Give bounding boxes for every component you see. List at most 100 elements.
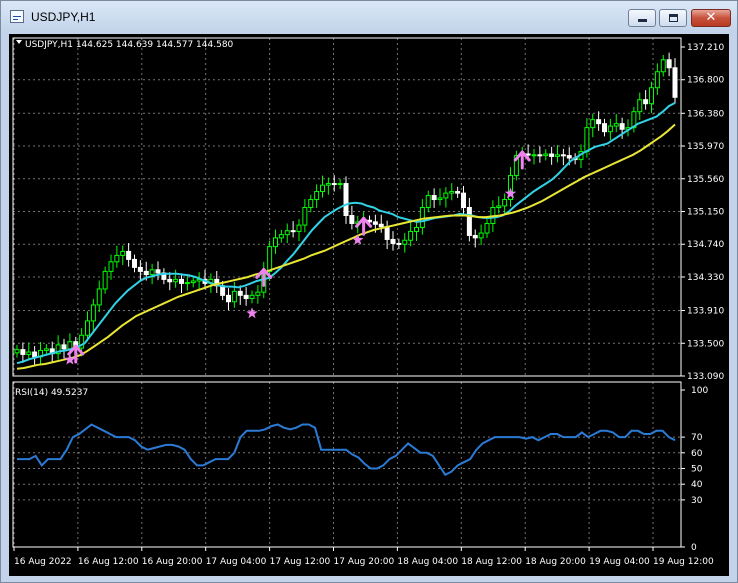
candle-body — [484, 222, 490, 234]
close-icon: ✕ — [705, 10, 717, 25]
candle-body — [478, 232, 484, 239]
time-tick-label: 19 Aug 04:00 — [589, 557, 650, 567]
time-tick-label: 18 Aug 04:00 — [397, 557, 458, 567]
time-tick-label: 17 Aug 04:00 — [206, 557, 267, 567]
candle-body — [672, 67, 678, 98]
axes: 137.210 136.800 136.380 135.970 135.560 135.1… — [12, 37, 724, 567]
price-tick-label: 133.500 — [687, 339, 724, 349]
candle-body — [643, 99, 649, 105]
candle-body — [343, 183, 349, 216]
candle-body — [549, 153, 555, 157]
candle-body — [408, 230, 414, 241]
price-tick-label: 133.910 — [687, 307, 724, 317]
rsi-tick-label: 40 — [691, 480, 703, 490]
candle-body — [602, 123, 607, 133]
candle-body — [120, 250, 126, 256]
rsi-tick-label: 60 — [691, 449, 703, 459]
chart-window: USDJPY,H1 ✕ 137.210 136.800 136.380 135.970… — [0, 0, 738, 583]
header-dropdown-icon[interactable] — [16, 40, 22, 44]
chart-area[interactable]: 137.210 136.800 136.380 135.970 135.560 135.1… — [9, 34, 729, 576]
candle-body — [290, 230, 296, 233]
candle-body — [419, 207, 425, 228]
time-tick-label: 19 Aug 12:00 — [653, 557, 714, 567]
window-title: USDJPY,H1 — [31, 10, 96, 24]
candle-body — [190, 280, 196, 284]
candle-body — [314, 191, 320, 201]
rsi-tick-label: 100 — [691, 386, 708, 396]
candle-body — [437, 197, 443, 201]
candle-body — [273, 237, 278, 248]
candle-body — [320, 184, 325, 193]
candle-body — [455, 191, 461, 194]
minimize-button[interactable] — [628, 9, 656, 27]
candle-body — [378, 223, 384, 228]
price-tick-label: 135.970 — [687, 142, 724, 152]
candle-body — [155, 269, 161, 274]
candle-body — [126, 250, 132, 260]
candle-body — [613, 123, 619, 127]
candle-body — [90, 304, 96, 322]
close-button[interactable]: ✕ — [691, 9, 731, 27]
candle-body — [496, 205, 502, 209]
signal-star-icon — [246, 307, 258, 319]
candle-body — [237, 290, 243, 296]
candle-body — [114, 254, 120, 263]
candle-body — [502, 199, 508, 207]
price-tick-label: 134.330 — [687, 273, 724, 283]
price-tick-label: 134.740 — [687, 240, 724, 250]
candle-body — [43, 348, 49, 351]
candle-body — [61, 344, 67, 350]
grid — [13, 38, 681, 547]
candle-body — [649, 87, 654, 105]
rsi-tick-label: 70 — [691, 433, 703, 443]
candle-body — [267, 246, 273, 272]
price-tick-label: 136.380 — [687, 109, 724, 119]
candle-body — [537, 154, 543, 157]
candle-body — [255, 291, 261, 296]
candle-body — [596, 119, 602, 125]
candle-body — [384, 226, 390, 240]
candle-body — [402, 239, 408, 245]
candle-body — [102, 270, 108, 290]
candle-body — [666, 59, 672, 69]
rsi-tick-label: 0 — [691, 543, 697, 553]
candle-body — [337, 183, 343, 186]
candle-body — [226, 294, 231, 303]
price-tick-label: 135.560 — [687, 175, 724, 185]
candle-body — [531, 154, 537, 157]
candle-body — [296, 224, 302, 232]
candle-body — [390, 238, 396, 244]
candle-body — [249, 294, 255, 300]
maximize-button[interactable] — [659, 9, 687, 27]
signal-star-icon — [64, 353, 76, 365]
candle-body — [167, 278, 173, 283]
chart-canvas[interactable]: 137.210 136.800 136.380 135.970 135.560 135.1… — [9, 34, 729, 576]
time-tick-label: 18 Aug 12:00 — [461, 557, 522, 567]
time-tick-label: 16 Aug 2022 — [14, 557, 72, 567]
rsi-panel-frame — [12, 381, 682, 548]
time-tick-label: 17 Aug 12:00 — [270, 557, 331, 567]
candle-body — [85, 320, 90, 336]
candle-body — [179, 278, 184, 284]
time-tick-label: 16 Aug 20:00 — [142, 557, 203, 567]
candle-body — [431, 195, 437, 201]
candle-body — [108, 261, 114, 272]
candle-body — [284, 230, 290, 236]
candle-body — [243, 294, 249, 300]
price-tick-label: 133.090 — [687, 372, 724, 382]
slow-ma-line — [16, 123, 676, 370]
time-tick-label: 18 Aug 20:00 — [525, 557, 586, 567]
title-bar[interactable]: USDJPY,H1 ✕ — [1, 1, 737, 35]
candle-body — [26, 351, 32, 355]
candle-body — [590, 119, 596, 129]
signal-markers — [64, 150, 531, 365]
candle-body — [349, 214, 355, 224]
candles — [14, 52, 678, 367]
candle-body — [654, 71, 660, 89]
candle-body — [308, 199, 314, 209]
price-tick-label: 135.150 — [687, 208, 724, 218]
chart-window-icon — [10, 10, 24, 23]
candle-body — [619, 123, 625, 130]
rsi-tick-label: 50 — [691, 465, 703, 475]
candle-body — [372, 221, 378, 225]
